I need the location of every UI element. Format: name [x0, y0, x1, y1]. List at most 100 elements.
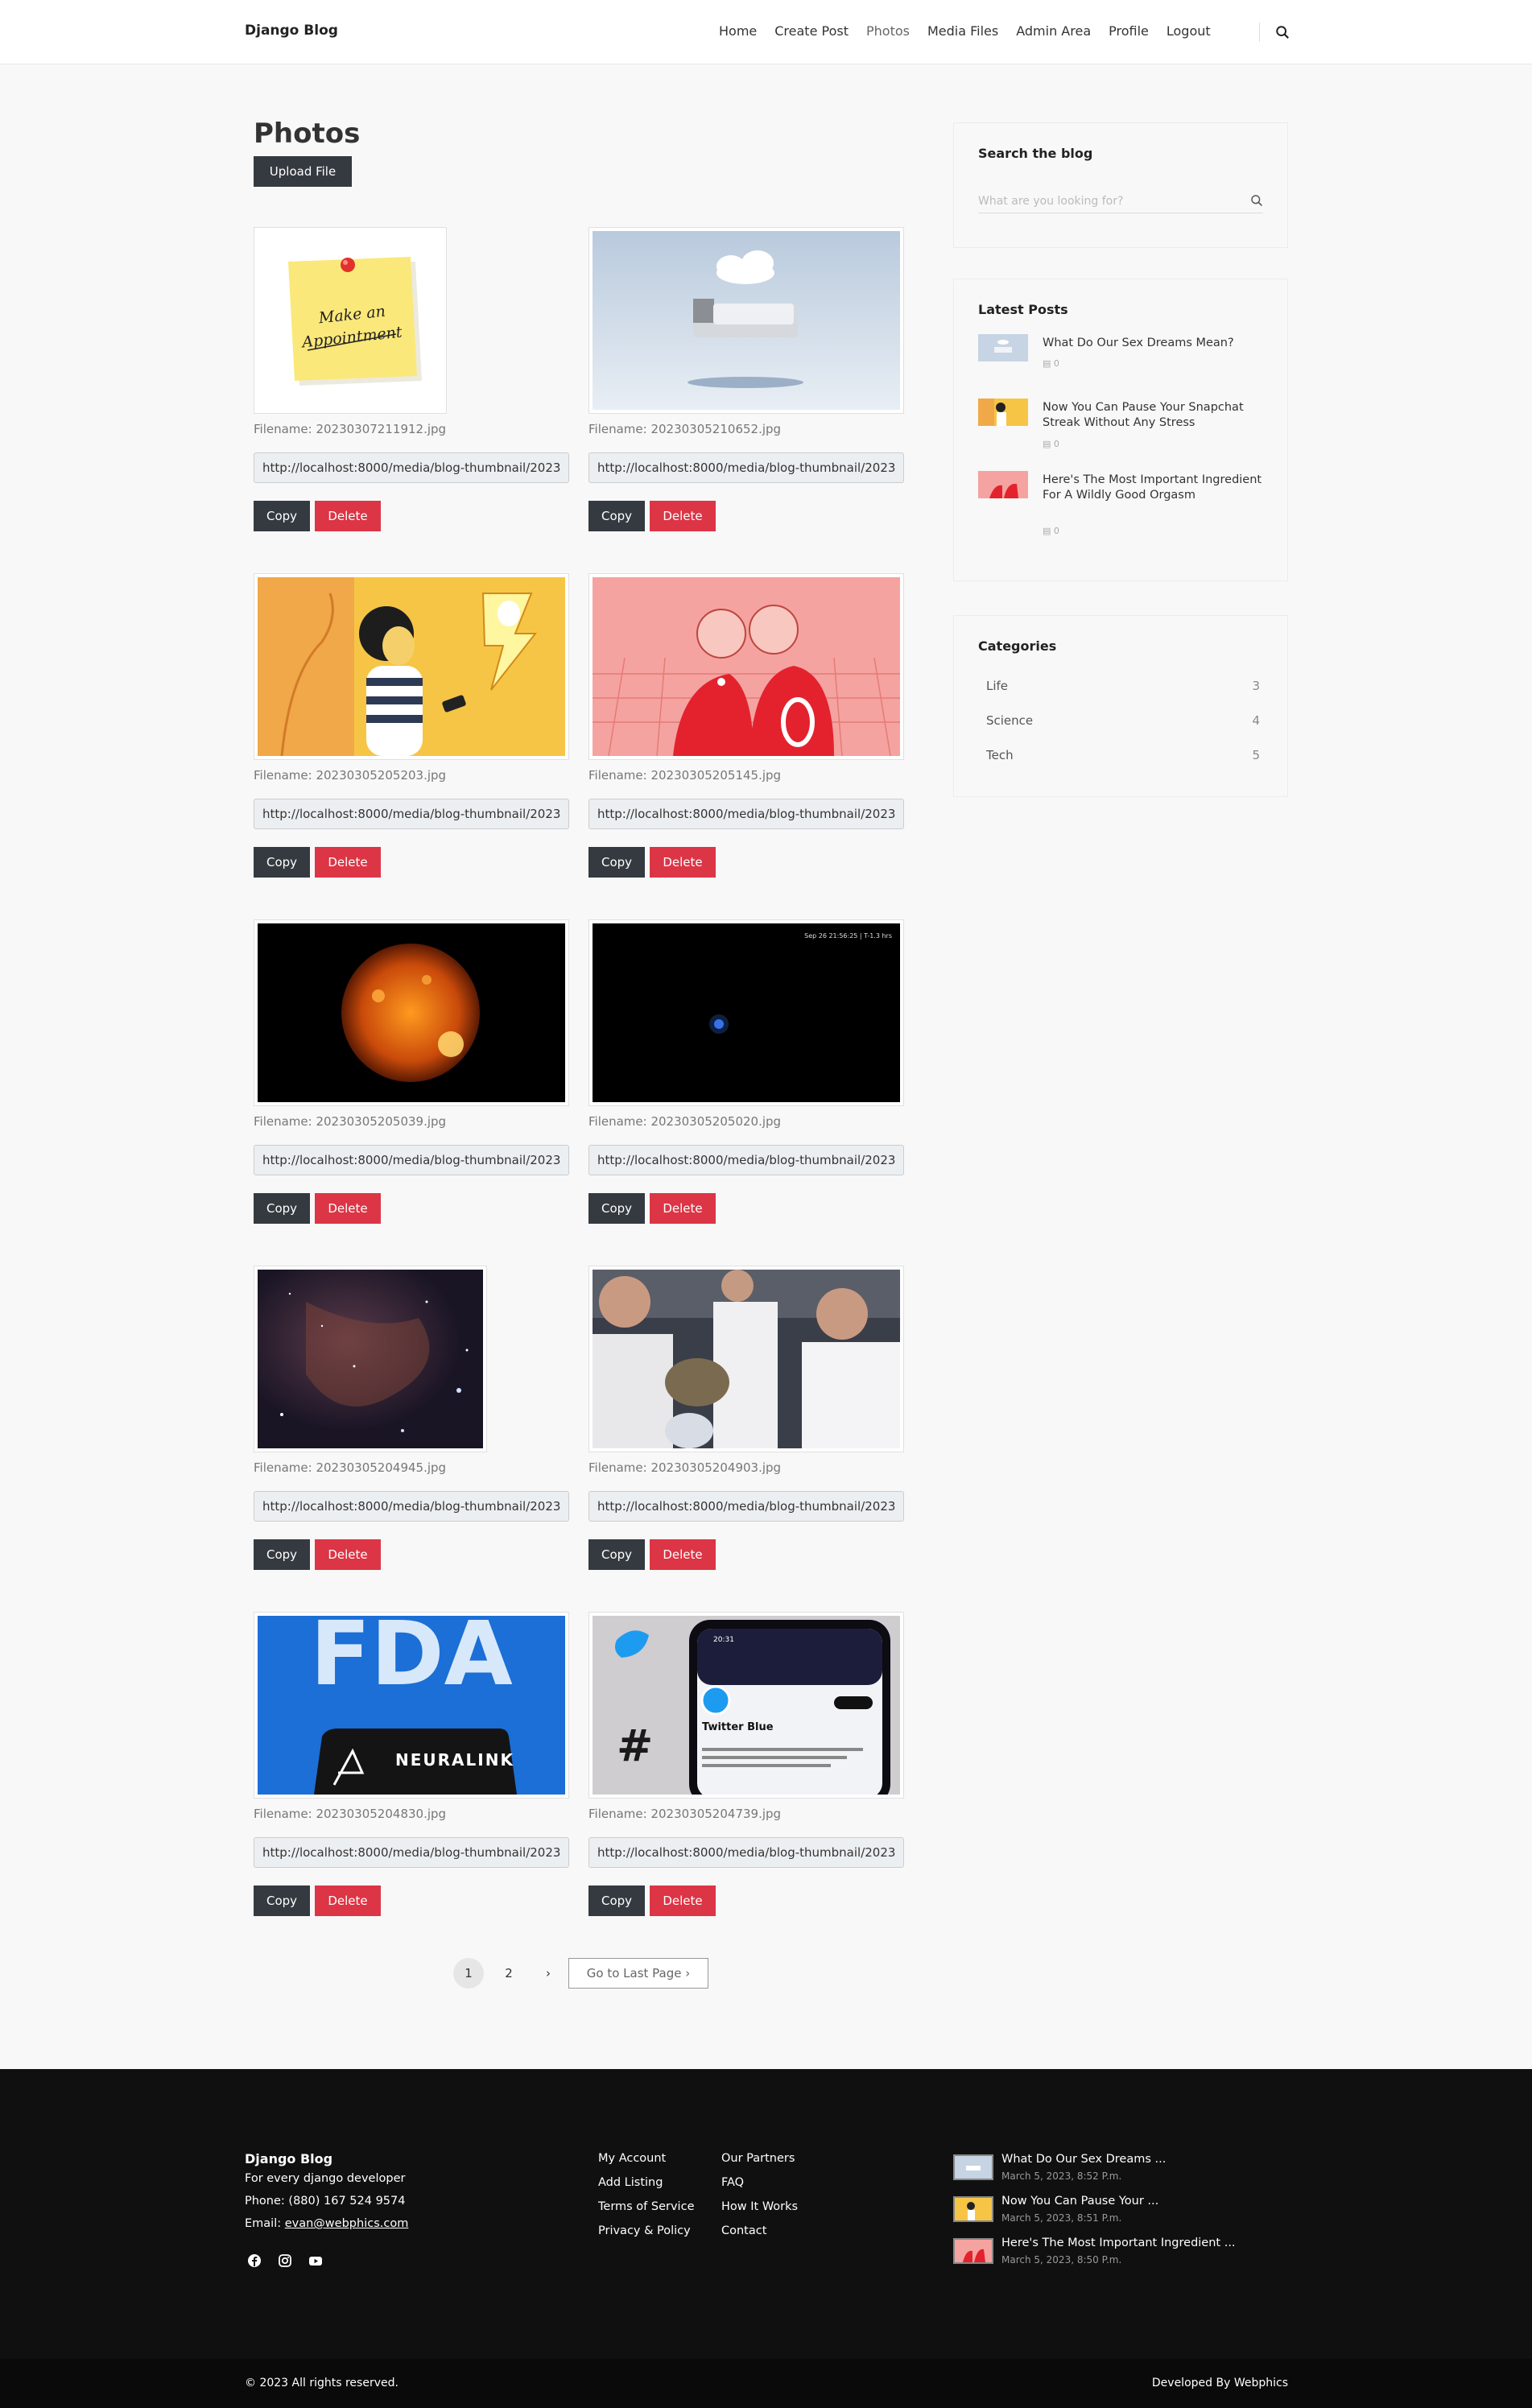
photo-card: Filename: 20230305204945.jpg Copy Delete [254, 1266, 571, 1572]
delete-button[interactable]: Delete [315, 1886, 381, 1916]
site-header: Django Blog Home Create Post Photos Medi… [0, 0, 1532, 64]
photo-thumbnail[interactable] [254, 1266, 487, 1452]
developer-link[interactable]: Webphics [1234, 2377, 1288, 2389]
latest-posts-widget: Latest Posts What Do Our Sex Dreams Mean… [953, 279, 1288, 581]
nav-profile[interactable]: Profile [1109, 23, 1149, 39]
photo-url-field[interactable] [588, 1491, 904, 1522]
category-name[interactable]: Tech [986, 748, 1014, 762]
category-name[interactable]: Science [986, 713, 1033, 728]
footer-email: Email: evan@webphics.com [245, 2217, 409, 2230]
copy-button[interactable]: Copy [588, 1539, 645, 1570]
photo-url-field[interactable] [254, 799, 569, 829]
photo-url-field[interactable] [588, 799, 904, 829]
photo-url-field[interactable] [254, 1837, 569, 1868]
developed-by: Developed By Webphics [1151, 2377, 1288, 2389]
photo-thumbnail[interactable] [588, 1266, 904, 1452]
delete-button[interactable]: Delete [315, 847, 381, 878]
latest-post-title[interactable]: What Do Our Sex Dreams Mean? [1043, 336, 1272, 351]
footer-recent-post[interactable]: What Do Our Sex Dreams ... March 5, 2023… [953, 2153, 1288, 2187]
delete-button[interactable]: Delete [650, 501, 716, 531]
delete-button[interactable]: Delete [650, 1539, 716, 1570]
footer-link-partners[interactable]: Our Partners [721, 2152, 795, 2165]
photo-url-field[interactable] [588, 1145, 904, 1175]
copy-button[interactable]: Copy [588, 1886, 645, 1916]
delete-button[interactable]: Delete [650, 847, 716, 878]
delete-button[interactable]: Delete [315, 1193, 381, 1224]
footer-recent-post[interactable]: Here's The Most Important Ingredient ...… [953, 2237, 1288, 2270]
category-science[interactable]: Science 4 [986, 713, 1260, 728]
footer-email-link[interactable]: evan@webphics.com [285, 2217, 409, 2230]
footer-recent-post[interactable]: Now You Can Pause Your ... March 5, 2023… [953, 2195, 1288, 2228]
delete-button[interactable]: Delete [315, 501, 381, 531]
photo-thumbnail[interactable]: Sep 26 21:56:25 | T-1.3 hrs [588, 919, 904, 1106]
search-icon[interactable] [1275, 25, 1290, 39]
photo-url-field[interactable] [254, 1145, 569, 1175]
page-1-button[interactable]: 1 [453, 1958, 484, 1989]
last-page-button[interactable]: Go to Last Page › [568, 1958, 708, 1989]
copy-button[interactable]: Copy [254, 501, 310, 531]
next-page-button[interactable]: › [533, 1958, 564, 1989]
photo-filename: Filename: 20230305204830.jpg [254, 1807, 447, 1821]
copy-button[interactable]: Copy [588, 847, 645, 878]
photo-thumbnail[interactable]: Make an Appointment [254, 227, 447, 414]
latest-post-item[interactable]: Now You Can Pause Your Snapchat Streak W… [978, 399, 1268, 463]
copy-button[interactable]: Copy [588, 1193, 645, 1224]
photo-thumbnail[interactable]: # 20:31 Twitter Blue [588, 1612, 904, 1805]
photo-url-field[interactable] [254, 452, 569, 483]
upload-file-button[interactable]: Upload File [254, 156, 352, 187]
photo-thumbnail[interactable]: FDA NEURALINK [254, 1602, 569, 1799]
footer-link-terms[interactable]: Terms of Service [598, 2200, 694, 2213]
page-2-button[interactable]: 2 [493, 1958, 524, 1989]
photo-url-field[interactable] [588, 1837, 904, 1868]
facebook-icon[interactable] [246, 2253, 262, 2269]
category-life[interactable]: Life 3 [986, 679, 1260, 693]
copy-button[interactable]: Copy [254, 1193, 310, 1224]
nav-admin-area[interactable]: Admin Area [1016, 23, 1091, 39]
photo-url-field[interactable] [588, 452, 904, 483]
nav-photos[interactable]: Photos [866, 23, 910, 39]
footer-post-title[interactable]: Now You Can Pause Your ... [1001, 2195, 1158, 2208]
photo-thumbnail[interactable] [588, 227, 904, 414]
footer-phone: Phone: (880) 167 524 9574 [245, 2195, 406, 2208]
photo-thumbnail[interactable] [254, 573, 569, 760]
nav-logout[interactable]: Logout [1167, 23, 1211, 39]
latest-post-title[interactable]: Here's The Most Important Ingredient For… [1043, 473, 1272, 503]
delete-button[interactable]: Delete [315, 1539, 381, 1570]
nav-divider [1259, 23, 1260, 42]
footer-post-title[interactable]: What Do Our Sex Dreams ... [1001, 2153, 1166, 2166]
latest-post-item[interactable]: What Do Our Sex Dreams Mean? ▤ 0 [978, 334, 1268, 382]
photo-card: FDA NEURALINK Filename: 20230305204830.j… [254, 1602, 571, 1918]
copy-button[interactable]: Copy [588, 501, 645, 531]
copy-button[interactable]: Copy [254, 1539, 310, 1570]
nav-home[interactable]: Home [719, 23, 757, 39]
youtube-icon[interactable] [308, 2253, 324, 2269]
footer-link-faq[interactable]: FAQ [721, 2176, 744, 2189]
delete-button[interactable]: Delete [650, 1886, 716, 1916]
footer-post-title[interactable]: Here's The Most Important Ingredient ... [1001, 2237, 1236, 2249]
categories-title: Categories [978, 638, 1057, 654]
brand-logo[interactable]: Django Blog [245, 23, 338, 39]
footer-link-my-account[interactable]: My Account [598, 2152, 666, 2165]
category-tech[interactable]: Tech 5 [986, 748, 1260, 762]
copy-button[interactable]: Copy [254, 1886, 310, 1916]
sidebar-search-input[interactable] [978, 189, 1263, 213]
footer-tagline: For every django developer [245, 2172, 406, 2185]
latest-post-title[interactable]: Now You Can Pause Your Snapchat Streak W… [1043, 400, 1272, 431]
latest-post-item[interactable]: Here's The Most Important Ingredient For… [978, 471, 1268, 543]
footer-link-privacy[interactable]: Privacy & Policy [598, 2224, 691, 2237]
post-thumbnail [978, 399, 1028, 426]
delete-button[interactable]: Delete [650, 1193, 716, 1224]
nav-create-post[interactable]: Create Post [774, 23, 849, 39]
footer-link-contact[interactable]: Contact [721, 2224, 766, 2237]
photo-thumbnail[interactable] [588, 573, 904, 760]
post-thumbnail [978, 471, 1028, 498]
category-name[interactable]: Life [986, 679, 1008, 693]
photo-thumbnail[interactable] [254, 919, 569, 1106]
search-icon[interactable] [1250, 194, 1263, 207]
instagram-icon[interactable] [277, 2253, 293, 2269]
photo-url-field[interactable] [254, 1491, 569, 1522]
footer-link-how-it-works[interactable]: How It Works [721, 2200, 798, 2213]
copy-button[interactable]: Copy [254, 847, 310, 878]
footer-link-add-listing[interactable]: Add Listing [598, 2176, 663, 2189]
nav-media-files[interactable]: Media Files [927, 23, 998, 39]
